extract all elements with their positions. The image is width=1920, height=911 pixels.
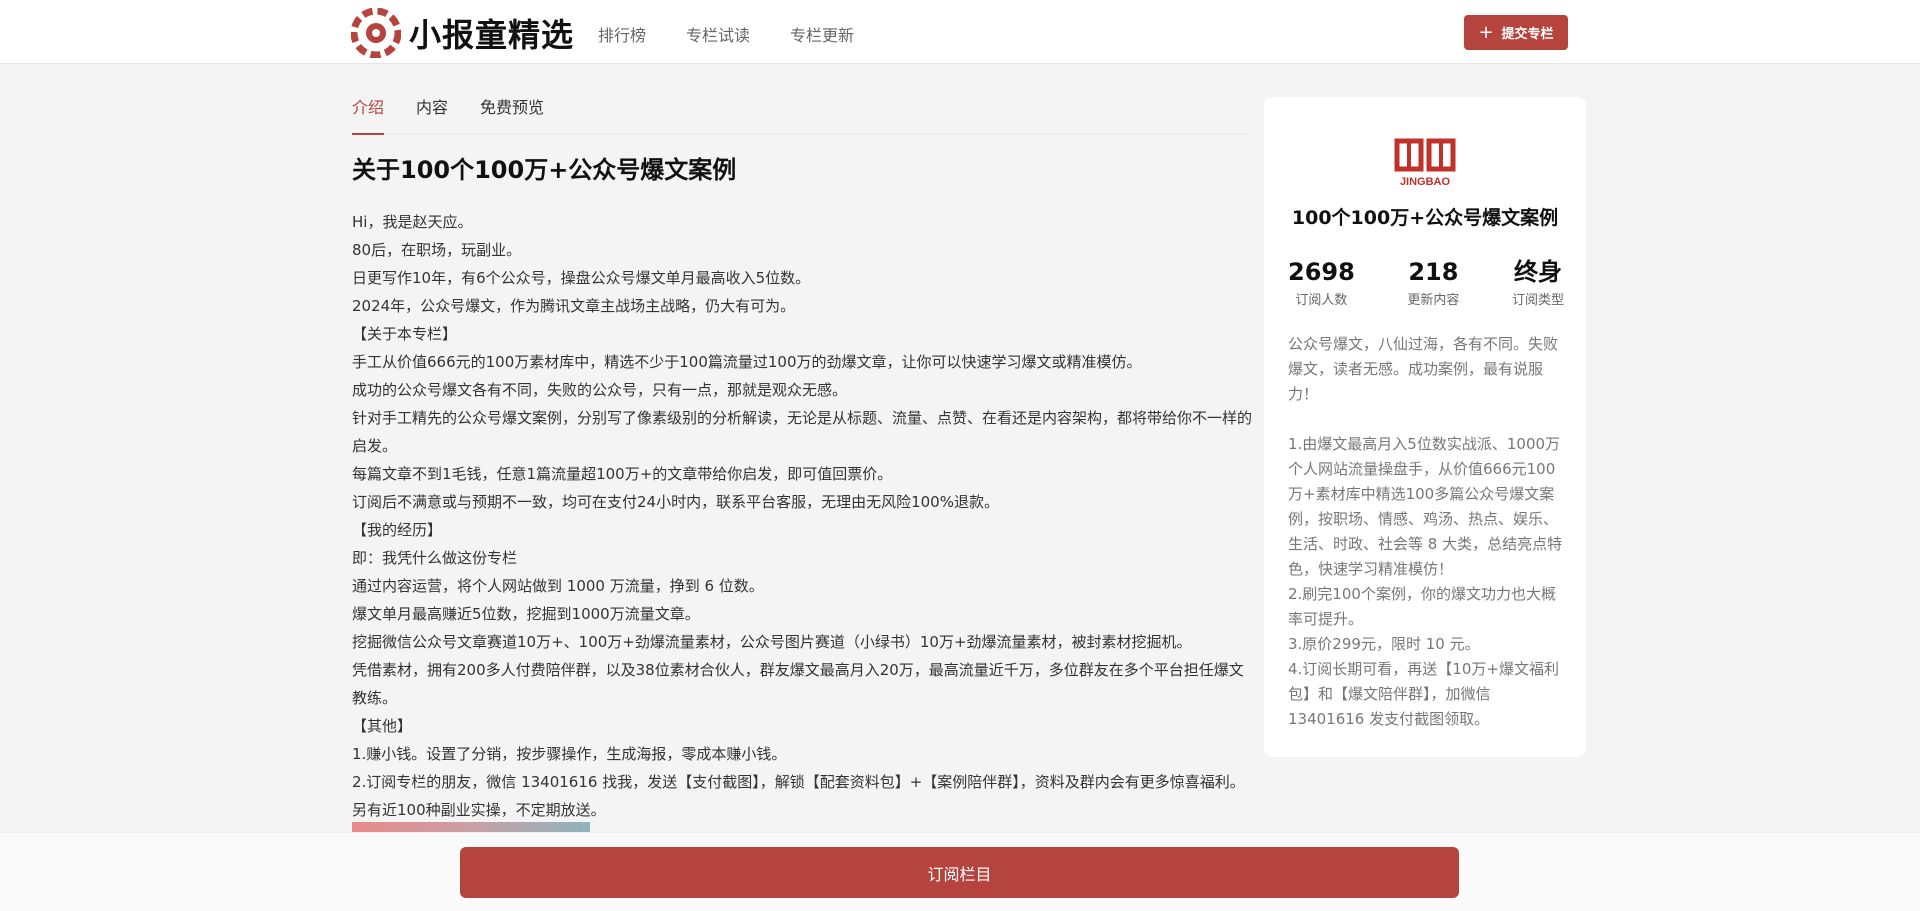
stat-subscription-type: 终身 订阅类型 [1512,257,1564,308]
article-paragraph: 订阅后不满意或与预期不一致，均可在支付24小时内，联系平台客服，无理由无风险10… [352,493,999,511]
article-paragraph: 【我的经历】 [352,521,443,539]
description-point: 3.原价299元，限时 10 元。 [1288,635,1480,653]
stat-updates: 218 更新内容 [1407,257,1459,308]
column-title: 100个100万+公众号爆文案例 [1291,207,1559,229]
nav-trial-read[interactable]: 专栏试读 [686,22,750,46]
article-paragraph: 2024年，公众号爆文，作为腾讯文章主战场主战略，仍大有可为。 [352,297,796,315]
stat-subscribers: 2698 订阅人数 [1288,257,1355,308]
main-nav: 排行榜 专栏试读 专栏更新 [598,22,854,46]
article-paragraph: 即：我凭什么做这份专栏 [352,549,518,567]
article-paragraph: 2.订阅专栏的朋友，微信 13401616 找我，发送【支付截图】，解锁【配套资… [352,773,1245,819]
submit-column-button[interactable]: + 提交专栏 [1464,15,1568,50]
article-paragraph: 针对手工精先的公众号爆文案例，分别写了像素级别的分析解读，无论是从标题、流量、点… [352,409,1253,455]
article-paragraph: 【关于本专栏】 [352,325,458,343]
article-title: 关于100个100万+公众号爆文案例 [352,156,737,184]
description-point: 4.订阅长期可看，再送【10万+爆文福利包】和【爆文陪伴群】，加微信 13401… [1288,660,1559,728]
subscribe-button[interactable]: 订阅栏目 [460,847,1459,898]
article-paragraph: 每篇文章不到1毛钱，任意1篇流量超100万+的文章带给你启发，即可值回票价。 [352,465,893,483]
description-point: 2.刷完100个案例，你的爆文功力也大概率可提升。 [1288,585,1556,628]
logo-mark-icon [351,8,401,58]
tab-content[interactable]: 内容 [416,94,448,134]
description-intro: 公众号爆文，八仙过海，各有不同。失败爆文，读者无感。成功案例，最有说服力！ [1288,335,1559,403]
description-point: 1.由爆文最高月入5位数实战派、1000万个人网站流量操盘手，从价值666元10… [1288,435,1563,578]
tab-intro[interactable]: 介绍 [352,94,385,135]
tab-bar: 介绍 内容 免费预览 [352,94,1252,135]
article-body: Hi，我是赵天应。 80后，在职场，玩副业。 日更写作10年，有6个公众号，操盘… [352,208,1252,824]
article-paragraph: 80后，在职场，玩副业。 [352,241,522,259]
stat-label: 订阅人数 [1295,293,1348,308]
submit-column-label: 提交专栏 [1501,27,1554,42]
top-header: 小报童精选 排行榜 专栏试读 专栏更新 + 提交专栏 [0,0,1920,64]
stat-value: 终身 [1513,258,1562,286]
site-logo[interactable]: 小报童精选 [351,8,575,58]
stat-label: 更新内容 [1407,293,1460,308]
article-paragraph: 挖掘微信公众号文章赛道10万+、100万+劲爆流量素材，公众号图片赛道（小绿书）… [352,633,1192,651]
tab-free-preview[interactable]: 免费预览 [480,94,544,134]
brand-logo-text: JINGBAO [1400,176,1451,188]
stat-label: 订阅类型 [1511,293,1564,308]
column-description: 公众号爆文，八仙过海，各有不同。失败爆文，读者无感。成功案例，最有说服力！ 1.… [1288,332,1568,732]
article-paragraph: 通过内容运营，将个人网站做到 1000 万流量，挣到 6 位数。 [352,577,764,595]
bottom-action-bar: 订阅栏目 [0,832,1920,911]
stat-value: 2698 [1288,258,1355,286]
article-paragraph: 1.赚小钱。设置了分销，按步骤操作，生成海报，零成本赚小钱。 [352,745,787,763]
nav-column-updates[interactable]: 专栏更新 [790,22,854,46]
article-paragraph: 日更写作10年，有6个公众号，操盘公众号爆文单月最高收入5位数。 [352,269,811,287]
article-paragraph: 手工从价值666元的100万素材库中，精选不少于100篇流量过100万的劲爆文章… [352,353,1142,371]
article-paragraph: 凭借素材，拥有200多人付费陪伴群，以及38位素材合伙人，群友爆文最高月入20万… [352,661,1244,707]
column-stats: 2698 订阅人数 218 更新内容 终身 订阅类型 [1288,257,1564,308]
article-paragraph: 爆文单月最高赚近5位数，挖掘到1000万流量文章。 [352,605,700,623]
plus-icon: + [1478,21,1494,43]
column-info-card: JINGBAO 100个100万+公众号爆文案例 2698 订阅人数 218 更… [1264,97,1586,757]
nav-ranking[interactable]: 排行榜 [598,22,646,46]
brand-logo-icon: JINGBAO [1394,138,1456,188]
article-paragraph: 成功的公众号爆文各有不同，失败的公众号，只有一点，那就是观众无感。 [352,381,848,399]
article-paragraph: Hi，我是赵天应。 [352,213,473,231]
article-content: 介绍 内容 免费预览 关于100个100万+公众号爆文案例 Hi，我是赵天应。 … [352,64,1252,844]
article-paragraph: 【其他】 [352,717,413,735]
stat-value: 218 [1408,258,1459,286]
logo-text: 小报童精选 [409,16,575,54]
